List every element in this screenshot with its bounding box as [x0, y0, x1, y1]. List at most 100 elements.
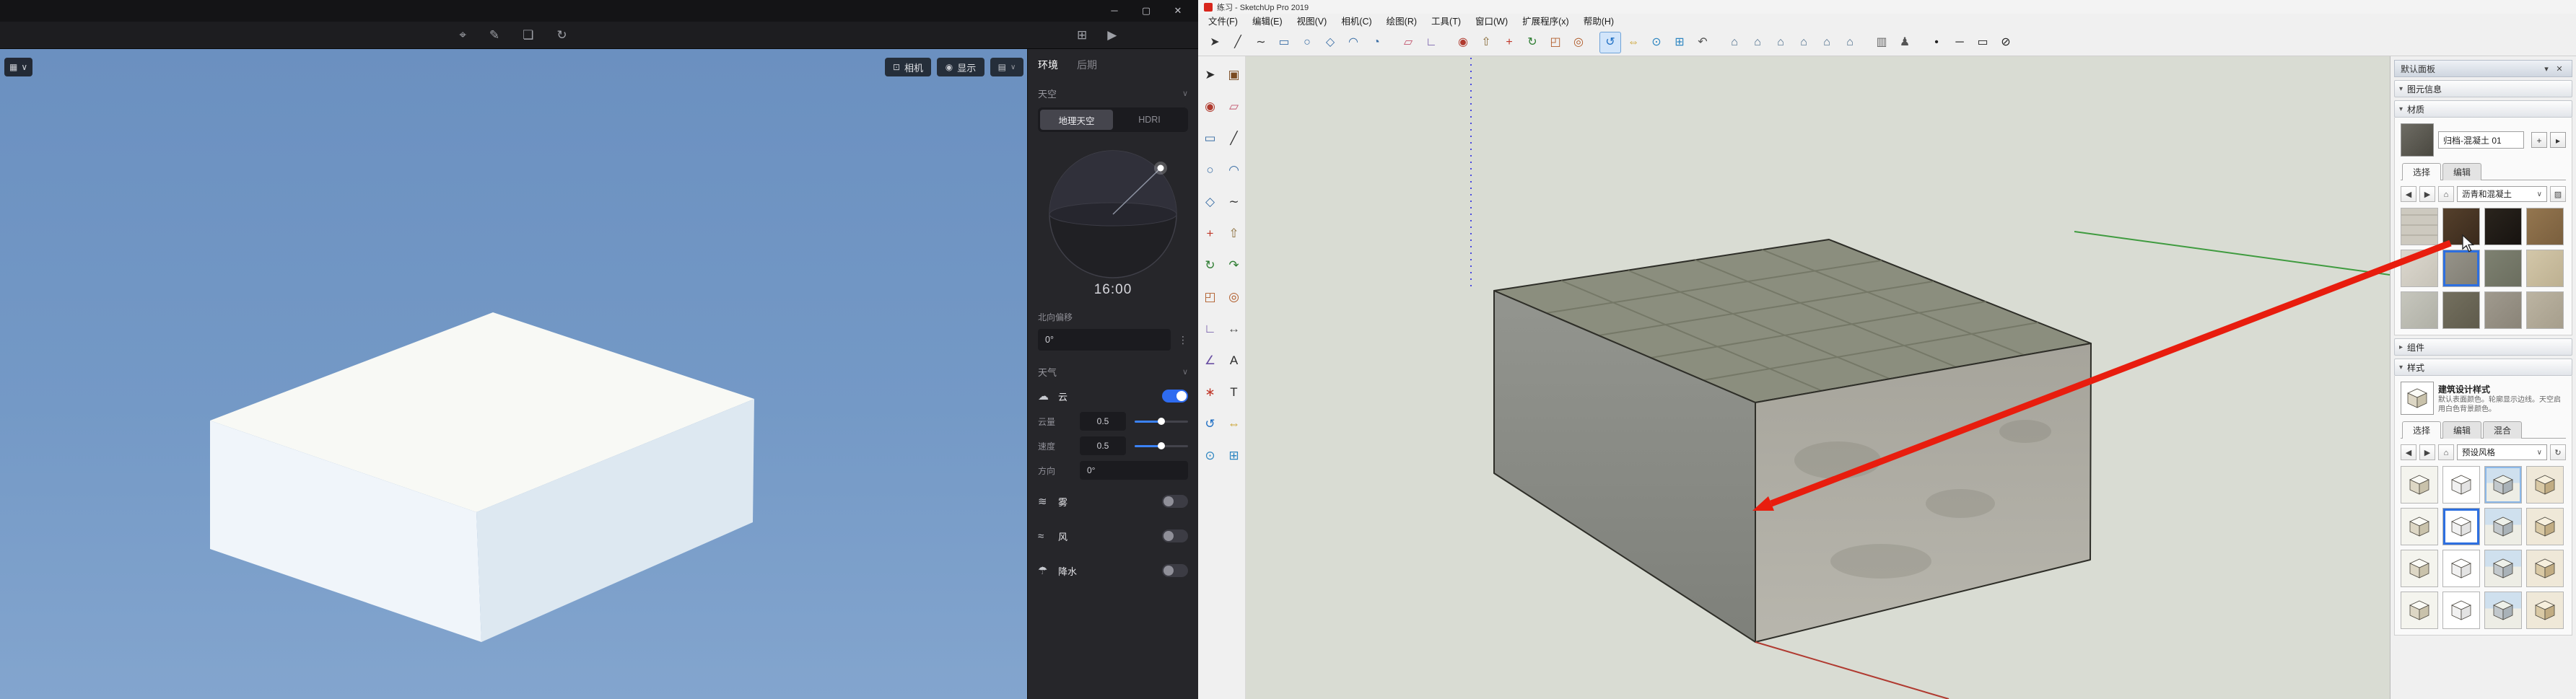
- previous-view-tool[interactable]: ↶: [1692, 32, 1713, 53]
- cloud-toggle[interactable]: [1162, 390, 1188, 403]
- style-thumbnail[interactable]: [2526, 508, 2564, 545]
- menu-item[interactable]: 绘图(R): [1379, 14, 1424, 30]
- dimension-tool[interactable]: ↔: [1223, 313, 1245, 345]
- pie-tool[interactable]: ◔: [1366, 32, 1387, 53]
- sun-indicator[interactable]: [1158, 165, 1164, 172]
- arc-tool[interactable]: ◠: [1342, 32, 1364, 53]
- in-model-icon[interactable]: ⌂: [2438, 186, 2454, 202]
- material-swatch[interactable]: [2484, 291, 2522, 329]
- line-tool[interactable]: ╱: [1227, 32, 1249, 53]
- style-thumbnail[interactable]: [2526, 466, 2564, 504]
- left-view-icon[interactable]: ⌂: [1839, 32, 1861, 53]
- style-thumbnail[interactable]: [2484, 508, 2522, 545]
- offset-tool[interactable]: ◎: [1568, 32, 1589, 53]
- 3d-text-tool[interactable]: T: [1223, 377, 1245, 408]
- kebab-menu-icon[interactable]: ⋮: [1178, 334, 1188, 346]
- back-view-icon[interactable]: ⌂: [1816, 32, 1838, 53]
- zoom-extents-tool[interactable]: ⊞: [1669, 32, 1690, 53]
- components-section[interactable]: ▸ 组件: [2394, 338, 2572, 356]
- iso-view-icon[interactable]: ⌂: [1724, 32, 1745, 53]
- make-component-tool[interactable]: ▣: [1223, 59, 1245, 91]
- cloud-amount-slider[interactable]: [1135, 421, 1188, 423]
- collapse-tray-icon[interactable]: ▾: [2540, 64, 2553, 74]
- push-pull-tool[interactable]: ⇧: [1475, 32, 1497, 53]
- menu-item[interactable]: 扩展程序(x): [1515, 14, 1576, 30]
- rectangle-tool[interactable]: ▭: [1200, 123, 1221, 154]
- follow-me-tool[interactable]: ↷: [1223, 250, 1245, 281]
- zoom-tool[interactable]: ⊙: [1646, 32, 1667, 53]
- point-glyph-icon[interactable]: •: [1926, 32, 1947, 53]
- style-thumbnail[interactable]: [2526, 592, 2564, 629]
- materials-section[interactable]: ▾ 材质: [2394, 100, 2572, 118]
- screenshot-icon[interactable]: ⊞: [1077, 28, 1087, 43]
- style-collection-dropdown[interactable]: 预设风格 ∨: [2457, 444, 2547, 460]
- offset-tool[interactable]: ◎: [1223, 281, 1245, 313]
- sketchup-viewport[interactable]: [1246, 56, 2390, 699]
- orbit-tool[interactable]: ↺: [1599, 32, 1621, 53]
- push-pull-tool[interactable]: ⇧: [1223, 218, 1245, 250]
- style-thumbnail[interactable]: [2442, 466, 2480, 504]
- pan-tool[interactable]: ⇔: [1623, 32, 1644, 53]
- create-material-button[interactable]: +: [2531, 132, 2547, 148]
- material-swatch[interactable]: [2526, 208, 2564, 245]
- style-thumbnail[interactable]: [2401, 466, 2438, 504]
- menu-item[interactable]: 视图(V): [1290, 14, 1335, 30]
- pin-icon[interactable]: ⌖: [459, 28, 466, 43]
- material-swatch[interactable]: [2484, 208, 2522, 245]
- select-tool[interactable]: ➤: [1200, 59, 1221, 91]
- material-swatch[interactable]: [2401, 291, 2438, 329]
- north-offset-input[interactable]: 0°: [1038, 329, 1171, 351]
- rain-toggle[interactable]: [1162, 564, 1188, 577]
- close-button[interactable]: ✕: [1162, 0, 1194, 22]
- tab-select[interactable]: 选择: [2402, 421, 2441, 439]
- tab-edit[interactable]: 编辑: [2442, 163, 2481, 180]
- menu-item[interactable]: 窗口(W): [1468, 14, 1515, 30]
- menu-item[interactable]: 文件(F): [1201, 14, 1245, 30]
- back-icon[interactable]: ◀: [2401, 186, 2416, 202]
- scale-tool[interactable]: ◰: [1200, 281, 1221, 313]
- record-icon[interactable]: ▶: [1107, 28, 1117, 43]
- sun-position-widget[interactable]: [1041, 145, 1185, 279]
- minimize-button[interactable]: ─: [1099, 0, 1130, 22]
- material-name-input[interactable]: [2438, 131, 2524, 149]
- wind-toggle[interactable]: [1162, 529, 1188, 542]
- walk-tool[interactable]: ♟: [1894, 32, 1916, 53]
- move-tool[interactable]: +: [1200, 218, 1221, 250]
- paint-bucket-tool[interactable]: ◉: [1200, 91, 1221, 123]
- style-thumbnail[interactable]: [2401, 592, 2438, 629]
- hdri-option[interactable]: HDRI: [1113, 110, 1186, 130]
- menu-item[interactable]: 帮助(H): [1576, 14, 1621, 30]
- right-view-icon[interactable]: ⌂: [1793, 32, 1815, 53]
- rotate-tool[interactable]: ↻: [1200, 250, 1221, 281]
- direction-input[interactable]: 0°: [1080, 461, 1188, 480]
- render-viewport[interactable]: ▦ ∨ ⊡ 相机 ◉ 显示 ▤ ∨: [0, 49, 1027, 699]
- line-glyph-icon[interactable]: ─: [1949, 32, 1970, 53]
- forward-icon[interactable]: ▶: [2419, 186, 2435, 202]
- text-tool[interactable]: A: [1223, 345, 1245, 377]
- scale-tool[interactable]: ◰: [1545, 32, 1566, 53]
- material-collection-dropdown[interactable]: 沥青和混凝土 ∨: [2457, 186, 2547, 202]
- style-thumbnail[interactable]: [2484, 592, 2522, 629]
- secondary-pane-button[interactable]: ▸: [2550, 132, 2566, 148]
- circle-slash-icon[interactable]: ⊘: [1995, 32, 2017, 53]
- freehand-tool[interactable]: ∼: [1223, 186, 1245, 218]
- camera-button[interactable]: ⊡ 相机: [885, 58, 931, 76]
- speed-value[interactable]: 0.5: [1080, 436, 1126, 455]
- fog-toggle[interactable]: [1162, 495, 1188, 508]
- axes-tool[interactable]: ∗: [1200, 377, 1221, 408]
- eraser-tool[interactable]: ▱: [1397, 32, 1419, 53]
- style-thumbnail[interactable]: [2442, 508, 2480, 545]
- style-thumbnail[interactable]: [2526, 550, 2564, 587]
- tape-measure-tool[interactable]: ∟: [1420, 32, 1442, 53]
- forward-icon[interactable]: ▶: [2419, 444, 2435, 460]
- cloud-amount-value[interactable]: 0.5: [1080, 412, 1126, 431]
- menu-item[interactable]: 编辑(E): [1245, 14, 1290, 30]
- paint-bucket-tool[interactable]: ◉: [1452, 32, 1474, 53]
- refresh-icon[interactable]: ↻: [2550, 444, 2566, 460]
- material-swatch[interactable]: [2401, 250, 2438, 287]
- style-thumbnail[interactable]: [2442, 592, 2480, 629]
- rectangle-tool[interactable]: ▭: [1273, 32, 1295, 53]
- sample-paint-icon[interactable]: ▨: [2550, 186, 2566, 202]
- circle-tool[interactable]: ○: [1200, 154, 1221, 186]
- pan-tool[interactable]: ⇔: [1223, 408, 1245, 440]
